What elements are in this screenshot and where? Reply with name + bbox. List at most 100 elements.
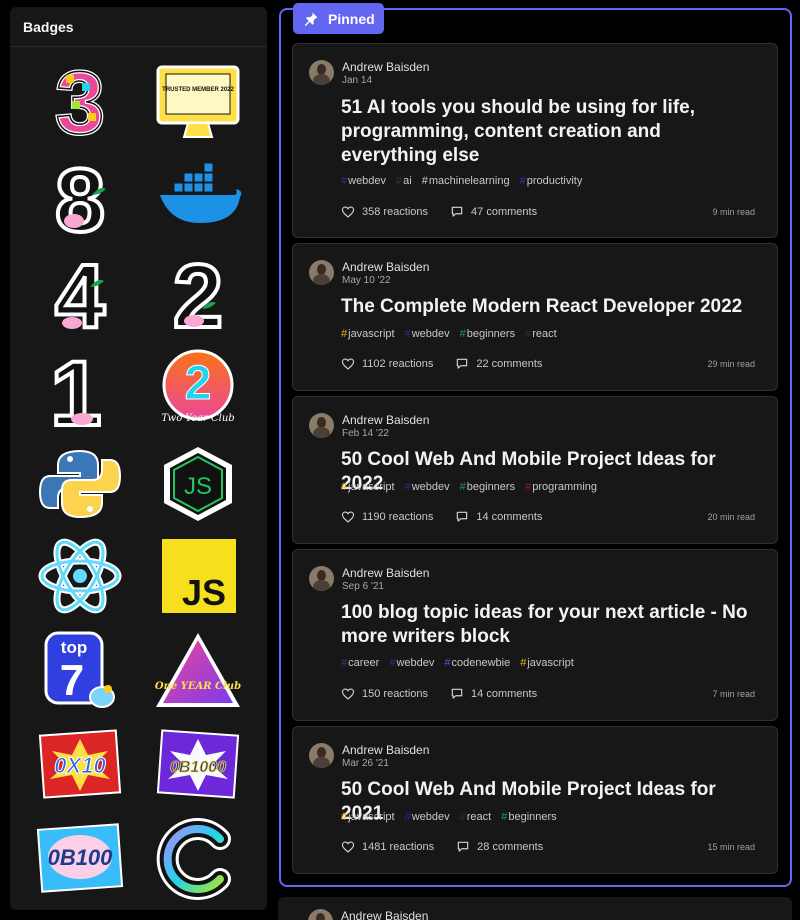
comments-link[interactable]: 47 comments — [450, 205, 537, 219]
tag-ai[interactable]: #ai — [396, 175, 412, 187]
badge-three-year-club[interactable]: 3 3 — [36, 51, 124, 154]
badge-0b100[interactable]: 0B100 — [36, 817, 124, 899]
tag-hash: # — [459, 328, 466, 340]
tag-machinelearning[interactable]: #machinelearning — [422, 175, 510, 187]
badge-nodejs[interactable]: JS — [154, 443, 242, 525]
badge-text: 2 — [173, 247, 223, 347]
badge-text: One YEAR Club — [155, 681, 241, 692]
comment-icon — [451, 688, 463, 699]
tag-hash: # — [459, 811, 466, 823]
badge-0x10[interactable]: 0X10 — [36, 725, 124, 807]
pinned-label: Pinned — [293, 3, 384, 34]
tag-beginners[interactable]: #beginners — [460, 328, 515, 340]
tag-label: career — [348, 657, 380, 669]
comment-icon — [457, 358, 468, 369]
avatar[interactable] — [308, 909, 333, 920]
heart-icon — [341, 841, 355, 853]
post-card[interactable]: Andrew Baisden Jan 14 51 AI tools you sh… — [292, 43, 778, 238]
badge-top-7[interactable]: top 7 — [36, 631, 124, 713]
comments-link[interactable]: 14 comments — [455, 510, 542, 524]
post-stats: 1190 reactions 14 comments 20 min read — [341, 510, 755, 524]
tag-label: beginners — [466, 328, 516, 340]
tag-webdev[interactable]: #webdev — [405, 481, 450, 493]
post-date[interactable]: Feb 14 '22 — [342, 428, 429, 440]
badge-subtext: Two Year Club — [161, 413, 234, 424]
tag-programming[interactable]: #programming — [525, 481, 597, 493]
tag-javascript[interactable]: #javascript — [341, 328, 395, 340]
avatar[interactable] — [309, 60, 334, 85]
heart-icon — [341, 358, 355, 370]
post-date[interactable]: Sep 6 '21 — [342, 581, 429, 593]
comments-count: 28 comments — [477, 841, 544, 853]
tag-javascript[interactable]: #javascript — [341, 481, 395, 493]
badge-four-week-streak[interactable]: 4 — [36, 245, 124, 349]
badge-codenewbie[interactable]: C — [154, 817, 242, 900]
tag-webdev[interactable]: #webdev — [405, 328, 450, 340]
author-name[interactable]: Andrew Baisden — [342, 260, 429, 275]
tag-javascript[interactable]: #javascript — [341, 811, 395, 823]
badge-python[interactable] — [36, 443, 124, 525]
tag-label: javascript — [348, 328, 395, 340]
tag-beginners[interactable]: #beginners — [460, 481, 515, 493]
tag-hash: # — [389, 657, 396, 669]
badge-two-year-club[interactable]: 2 Two Year Club — [154, 347, 242, 429]
author-name[interactable]: Andrew Baisden — [341, 909, 428, 920]
author-name[interactable]: Andrew Baisden — [342, 743, 429, 758]
badge-javascript[interactable]: JS — [154, 535, 242, 617]
tag-webdev[interactable]: #webdev — [389, 657, 434, 669]
tag-beginners[interactable]: #beginners — [501, 811, 556, 823]
tag-react[interactable]: #react — [460, 811, 492, 823]
tag-javascript[interactable]: #javascript — [520, 657, 574, 669]
post-date[interactable]: May 10 '22 — [342, 275, 429, 287]
badge-react[interactable] — [36, 535, 124, 617]
badge-0b1000[interactable]: 0B1000 — [154, 725, 242, 807]
tag-hash: # — [525, 328, 532, 340]
post-card[interactable]: Andrew Baisden Feb 14 '22 50 Cool Web An… — [292, 396, 778, 544]
avatar[interactable] — [309, 743, 334, 768]
avatar[interactable] — [309, 260, 334, 285]
author-name[interactable]: Andrew Baisden — [342, 413, 429, 428]
badge-text: JS — [184, 473, 212, 500]
badge-two-week-streak[interactable]: 2 — [154, 245, 242, 349]
post-title[interactable]: 100 blog topic ideas for your next artic… — [341, 601, 755, 649]
post-card[interactable]: Andrew Baisden May 10 '22 The Complete M… — [292, 243, 778, 391]
post-stats: 150 reactions 14 comments 7 min read — [341, 687, 755, 701]
tag-career[interactable]: #career — [341, 657, 379, 669]
tag-react[interactable]: #react — [525, 328, 557, 340]
badge-docker[interactable] — [154, 155, 242, 237]
comments-link[interactable]: 28 comments — [456, 840, 543, 854]
read-time: 9 min read — [712, 207, 755, 217]
author-name[interactable]: Andrew Baisden — [342, 566, 429, 581]
post-title[interactable]: 51 AI tools you should be using for life… — [341, 96, 755, 168]
comments-link[interactable]: 22 comments — [455, 357, 542, 371]
author-name[interactable]: Andrew Baisden — [342, 60, 429, 75]
reactions-link[interactable]: 1190 reactions — [341, 510, 433, 524]
badge-one-year-club[interactable]: One YEAR Club — [154, 631, 242, 713]
comment-icon — [451, 206, 463, 217]
reactions-link[interactable]: 150 reactions — [341, 687, 428, 701]
post-date[interactable]: Jan 14 — [342, 75, 429, 87]
badge-eight-week-streak[interactable]: 8 — [36, 149, 124, 253]
reactions-link[interactable]: 1102 reactions — [341, 357, 433, 371]
post-card[interactable]: Andrew Baisden Mar 26 '21 50 Cool Web An… — [292, 726, 778, 874]
badge-one-week-streak[interactable]: 1 — [36, 341, 124, 447]
post-title[interactable]: The Complete Modern React Developer 2022 — [341, 295, 755, 319]
badges-title: Badges — [10, 7, 267, 47]
tag-webdev[interactable]: #webdev — [405, 811, 450, 823]
avatar[interactable] — [309, 566, 334, 591]
comments-link[interactable]: 14 comments — [450, 687, 537, 701]
post-card[interactable]: Andrew Baisden Sep 6 '21 100 blog topic … — [292, 549, 778, 721]
tag-productivity[interactable]: #productivity — [520, 175, 583, 187]
avatar[interactable] — [309, 413, 334, 438]
tag-webdev[interactable]: #webdev — [341, 175, 386, 187]
tag-codenewbie[interactable]: #codenewbie — [444, 657, 510, 669]
post-card-partial[interactable]: Andrew Baisden — [278, 897, 792, 920]
badge-text: 0B1000 — [170, 759, 226, 776]
reactions-link[interactable]: 358 reactions — [341, 205, 428, 219]
read-time: 20 min read — [707, 512, 755, 522]
reactions-link[interactable]: 1481 reactions — [341, 840, 434, 854]
post-date[interactable]: Mar 26 '21 — [342, 758, 429, 770]
tag-label: webdev — [411, 811, 450, 823]
badge-trusted-member-2022[interactable]: TRUSTED MEMBER 2022 — [154, 61, 242, 143]
badge-text: 1 — [50, 343, 101, 445]
